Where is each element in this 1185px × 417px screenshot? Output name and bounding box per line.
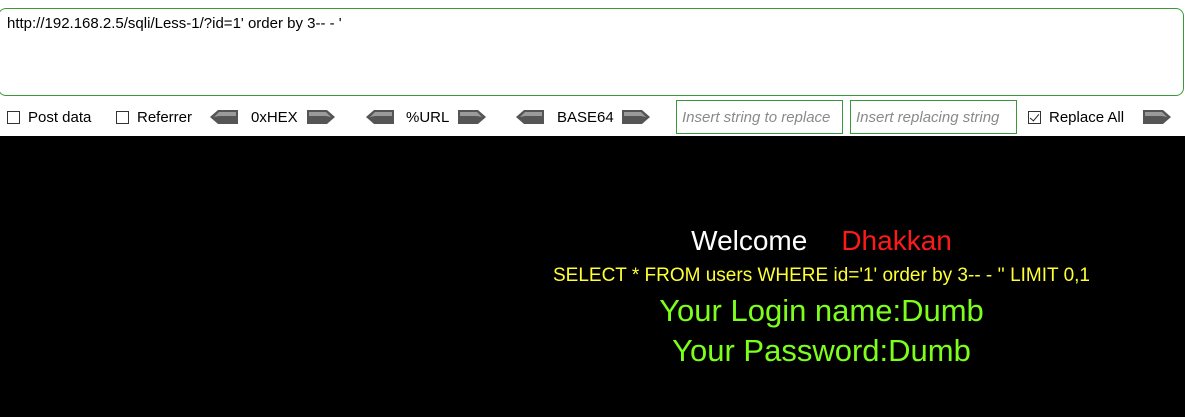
base64-label: BASE64 <box>557 108 614 126</box>
page-content: Welcome Dhakkan SELECT * FROM users WHERE… <box>0 136 1185 417</box>
replace-to-input[interactable]: Insert replacing string <box>850 100 1017 134</box>
base64-decode-button[interactable] <box>516 98 544 136</box>
replace-button[interactable] <box>1143 98 1171 136</box>
referrer-toggle[interactable]: Referrer <box>116 98 192 136</box>
post-data-label: Post data <box>28 108 92 126</box>
replace-all-toggle[interactable]: Replace All <box>1028 98 1124 136</box>
username-text: Dhakkan <box>841 225 952 256</box>
replace-all-label: Replace All <box>1049 108 1125 126</box>
arrow-right-icon <box>1143 110 1171 124</box>
arrow-right-icon <box>458 110 486 124</box>
arrow-left-icon <box>366 110 394 124</box>
arrow-right-icon <box>307 110 335 124</box>
url-input[interactable]: http://192.168.2.5/sqli/Less-1/?id=1' or… <box>0 8 1184 96</box>
post-data-toggle[interactable]: Post data <box>7 98 91 136</box>
referrer-label: Referrer <box>137 108 193 126</box>
hex-encode-button[interactable] <box>307 98 335 136</box>
arrow-right-icon <box>622 110 650 124</box>
url-encode-button[interactable] <box>458 98 486 136</box>
arrow-left-icon <box>210 110 238 124</box>
arrow-left-icon <box>516 110 544 124</box>
login-name-text: Your Login name:Dumb <box>659 293 984 328</box>
url-decode-button[interactable] <box>366 98 394 136</box>
hackbar-toolbar: Post data Referrer 0xHEX %URL BASE64 Ins… <box>0 98 1185 136</box>
post-data-checkbox[interactable] <box>7 110 20 124</box>
replace-from-input[interactable]: Insert string to replace <box>676 100 843 134</box>
replace-all-checkbox[interactable] <box>1028 110 1041 124</box>
url-label: %URL <box>406 108 450 126</box>
referrer-checkbox[interactable] <box>116 110 129 124</box>
password-text: Your Password:Dumb <box>672 333 971 368</box>
sql-query-text: SELECT * FROM users WHERE id='1' order b… <box>553 265 1090 286</box>
hex-decode-button[interactable] <box>210 98 238 136</box>
base64-encode-button[interactable] <box>622 98 650 136</box>
welcome-line: Welcome Dhakkan <box>0 225 1185 257</box>
welcome-text: Welcome <box>691 225 808 256</box>
hex-label: 0xHEX <box>251 108 298 126</box>
